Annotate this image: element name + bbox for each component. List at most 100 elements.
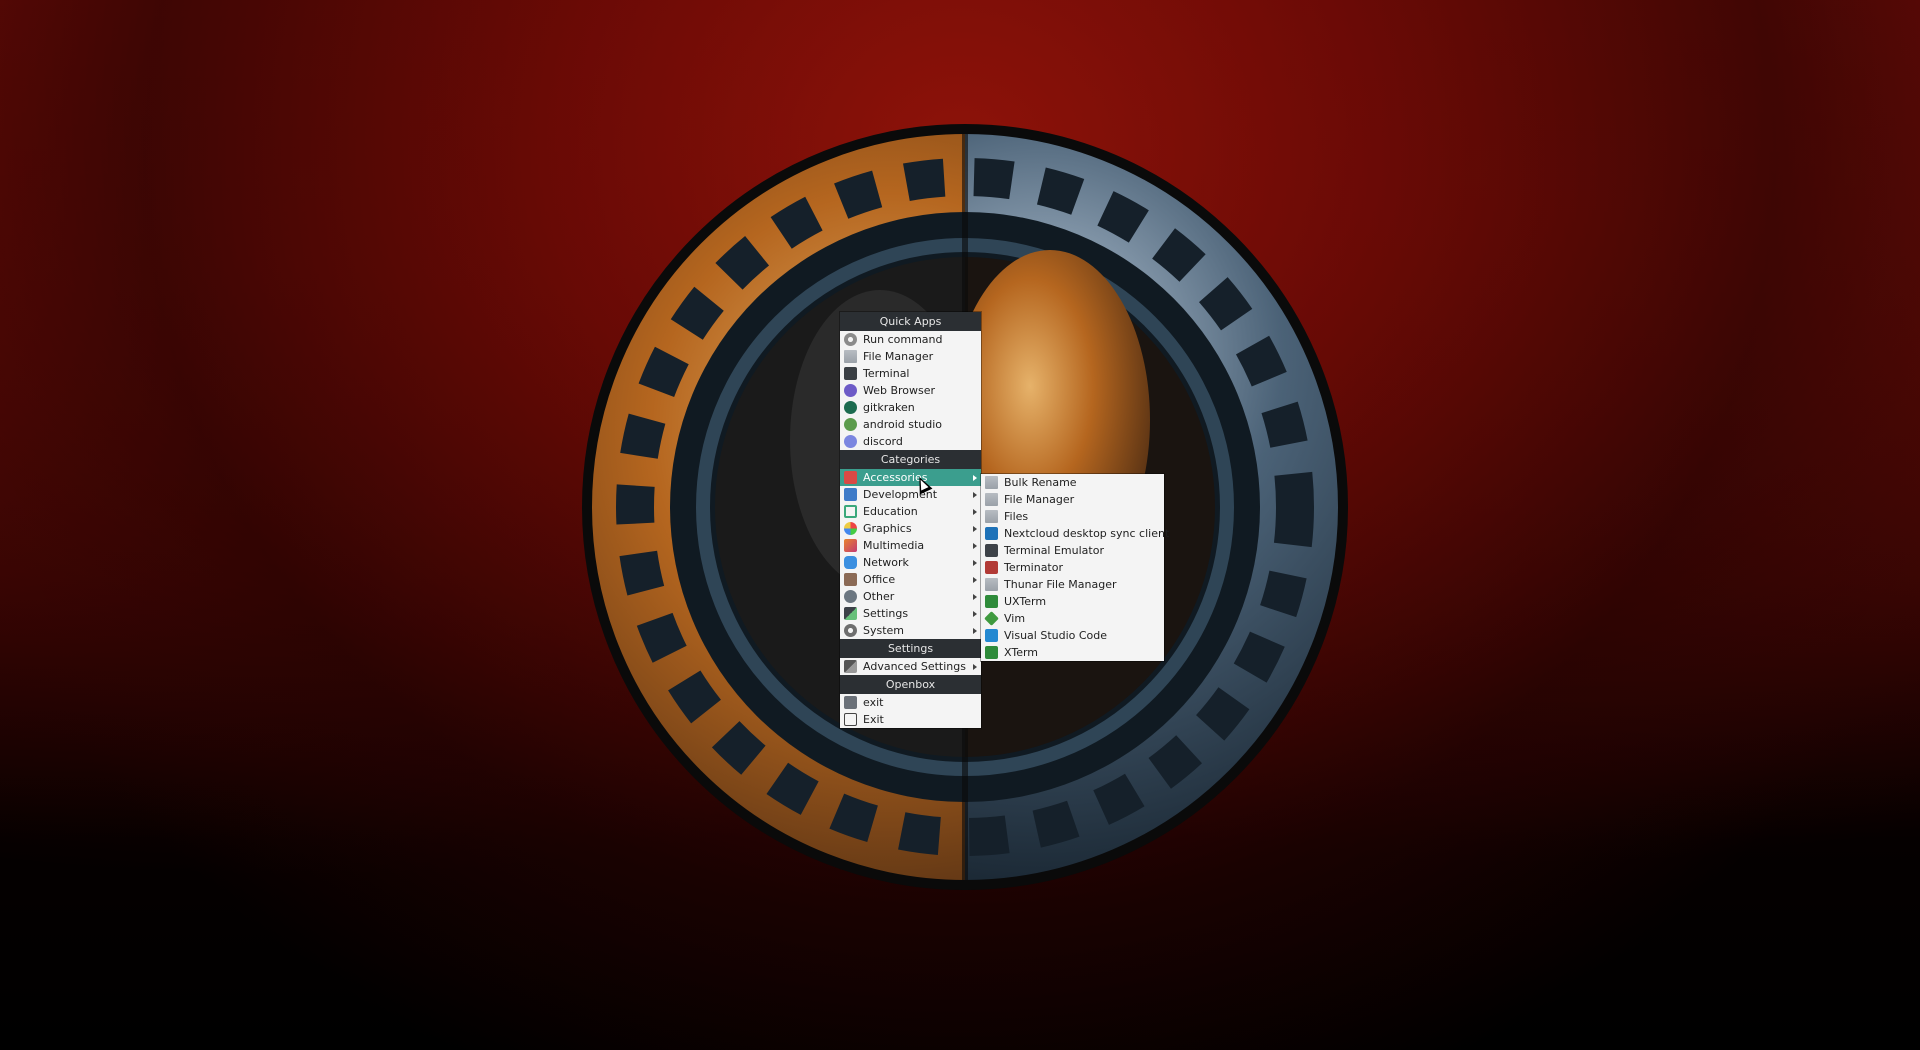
menu-item-label: System [863,624,905,637]
menu-item-label: Other [863,590,895,603]
submenu-arrow-icon [973,628,977,634]
multimedia-icon [844,539,857,552]
menu-item-label: Files [1004,510,1029,523]
office-icon [844,573,857,586]
menu-item-accessories[interactable]: Accessories [840,469,981,486]
web-browser-icon [844,384,857,397]
menu-header-quick-apps: Quick Apps [840,312,981,331]
menu-item-education[interactable]: Education [840,503,981,520]
settings-icon [844,607,857,620]
menu-item-label: Network [863,556,909,569]
menu-item-label: Multimedia [863,539,925,552]
menu-item-label: Nextcloud desktop sync client [1004,527,1170,540]
menu-header-openbox: Openbox [840,675,981,694]
menu-item-label: android studio [863,418,943,431]
menu-item-label: Run command [863,333,943,346]
submenu-arrow-icon [973,475,977,481]
menu-item-development[interactable]: Development [840,486,981,503]
submenu-item-nextcloud[interactable]: Nextcloud desktop sync client [981,525,1169,542]
menu-item-exit-upper[interactable]: Exit [840,711,981,728]
menu-item-run-command[interactable]: Run command [840,331,981,348]
vscode-icon [985,629,998,642]
submenu-arrow-icon [973,594,977,600]
submenu-item-thunar[interactable]: Thunar File Manager [981,576,1164,593]
folder-icon [844,350,857,363]
menu-item-system[interactable]: System [840,622,981,639]
submenu-arrow-icon [973,664,977,670]
android-studio-icon [844,418,857,431]
uxterm-icon [985,595,998,608]
accessories-icon [844,471,857,484]
submenu-item-file-manager[interactable]: File Manager [981,491,1164,508]
menu-item-label: File Manager [1004,493,1075,506]
submenu-item-terminator[interactable]: Terminator [981,559,1164,576]
folder-icon [985,476,998,489]
menu-item-label: Terminal [863,367,910,380]
network-icon [844,556,857,569]
vim-icon [984,611,999,626]
exit-icon [844,696,857,709]
menu-item-label: Thunar File Manager [1004,578,1117,591]
submenu-item-vscode[interactable]: Visual Studio Code [981,627,1164,644]
menu-item-other[interactable]: Other [840,588,981,605]
menu-item-label: Exit [863,713,884,726]
root-menu: Quick Apps Run command File Manager Term… [840,312,981,728]
menu-item-file-manager[interactable]: File Manager [840,348,981,365]
menu-item-discord[interactable]: discord [840,433,981,450]
menu-item-multimedia[interactable]: Multimedia [840,537,981,554]
menu-item-label: Visual Studio Code [1004,629,1108,642]
menu-item-android-studio[interactable]: android studio [840,416,981,433]
menu-item-label: Web Browser [863,384,936,397]
menu-item-label: Vim [1004,612,1026,625]
submenu-arrow-icon [973,526,977,532]
advanced-settings-icon [844,660,857,673]
menu-item-label: UXTerm [1004,595,1047,608]
menu-item-office[interactable]: Office [840,571,981,588]
menu-item-label: Graphics [863,522,912,535]
menu-item-label: Terminator [1004,561,1063,574]
menu-item-label: Education [863,505,918,518]
gear-icon [844,333,857,346]
menu-item-terminal[interactable]: Terminal [840,365,981,382]
system-icon [844,624,857,637]
menu-item-label: XTerm [1004,646,1039,659]
menu-item-label: Advanced Settings [863,660,966,673]
menu-item-network[interactable]: Network [840,554,981,571]
menu-item-advanced-settings[interactable]: Advanced Settings [840,658,981,675]
discord-icon [844,435,857,448]
menu-item-gitkraken[interactable]: gitkraken [840,399,981,416]
menu-item-label: Settings [863,607,909,620]
menu-item-label: Bulk Rename [1004,476,1077,489]
desktop: Quick Apps Run command File Manager Term… [0,0,1920,1050]
submenu-arrow-icon [973,611,977,617]
logout-icon [844,713,857,726]
menu-item-settings[interactable]: Settings [840,605,981,622]
folder-icon [985,493,998,506]
submenu-arrow-icon [973,577,977,583]
folder-icon [985,578,998,591]
menu-item-label: Office [863,573,896,586]
submenu-item-terminal-emulator[interactable]: Terminal Emulator [981,542,1164,559]
folder-icon [985,510,998,523]
accessories-submenu: Bulk Rename File Manager Files Nextcloud… [981,474,1169,661]
menu-item-web-browser[interactable]: Web Browser [840,382,981,399]
submenu-arrow-icon [973,560,977,566]
graphics-icon [844,522,857,535]
xterm-icon [985,646,998,659]
terminator-icon [985,561,998,574]
submenu-item-bulk-rename[interactable]: Bulk Rename [981,474,1164,491]
submenu-item-uxterm[interactable]: UXTerm [981,593,1164,610]
menu-item-exit-lower[interactable]: exit [840,694,981,711]
menu-item-graphics[interactable]: Graphics [840,520,981,537]
menu-item-label: exit [863,696,884,709]
gitkraken-icon [844,401,857,414]
submenu-item-xterm[interactable]: XTerm [981,644,1164,661]
menu-item-label: Terminal Emulator [1004,544,1104,557]
submenu-item-files[interactable]: Files [981,508,1164,525]
submenu-item-vim[interactable]: Vim [981,610,1164,627]
menu-header-settings: Settings [840,639,981,658]
menu-item-label: File Manager [863,350,934,363]
menu-header-categories: Categories [840,450,981,469]
other-icon [844,590,857,603]
nextcloud-icon [985,527,998,540]
